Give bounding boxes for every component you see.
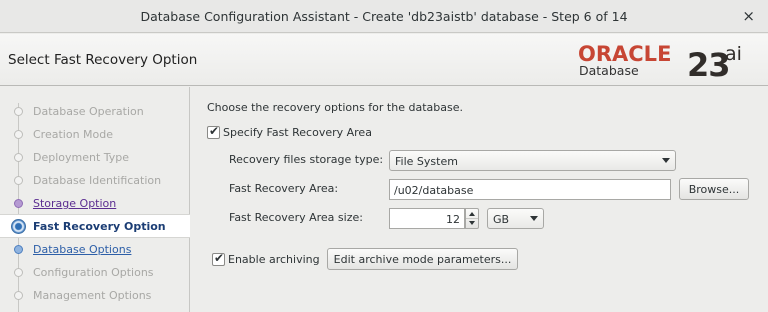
step-label: Fast Recovery Option [33, 220, 166, 233]
step-label: Database Identification [33, 174, 162, 187]
step-label: Management Options [33, 289, 152, 302]
storage-type-label: Recovery files storage type: [229, 153, 384, 166]
step-label[interactable]: Database Options [33, 243, 131, 256]
oracle-logo: ORACLE Database 23 ai [578, 42, 758, 84]
dropdown-arrow-icon [662, 158, 670, 163]
step-database-identification: Database Identification [0, 169, 190, 191]
edit-archive-params-button[interactable]: Edit archive mode parameters... [327, 248, 518, 270]
fra-size-label: Fast Recovery Area size: [229, 211, 363, 224]
fra-location-label: Fast Recovery Area: [229, 182, 339, 195]
fra-size-unit-select[interactable]: GB [487, 208, 544, 229]
logo-version: 23 [687, 46, 731, 84]
step-label: Database Operation [33, 105, 144, 118]
step-database-operation: Database Operation [0, 100, 190, 122]
main-content: Choose the recovery options for the data… [191, 87, 768, 312]
intro-text: Choose the recovery options for the data… [207, 101, 463, 114]
fra-location-input[interactable]: /u02/database [389, 179, 671, 200]
step-dot-icon [14, 291, 23, 300]
current-step-icon [11, 219, 26, 234]
page-title: Select Fast Recovery Option [8, 52, 198, 68]
enable-archiving-label[interactable]: Enable archiving [228, 253, 320, 266]
step-dot-icon [14, 107, 23, 116]
step-dot-icon [14, 268, 23, 277]
specify-fra-checkbox[interactable]: ✔ [207, 124, 220, 139]
specify-fra-label[interactable]: Specify Fast Recovery Area [223, 126, 372, 139]
window-titlebar: Database Configuration Assistant - Creat… [0, 0, 768, 33]
step-label: Configuration Options [33, 266, 154, 279]
fra-size-input[interactable]: 12 [389, 208, 465, 229]
spinner-divider [466, 218, 478, 219]
checkmark-icon: ✔ [214, 251, 225, 265]
step-label: Deployment Type [33, 151, 130, 164]
checkmark-icon: ✔ [209, 124, 220, 138]
close-icon[interactable]: × [742, 7, 755, 25]
fra-location-value: /u02/database [394, 184, 474, 197]
step-dot-icon [14, 130, 23, 139]
step-deployment-type: Deployment Type [0, 146, 190, 168]
step-database-options[interactable]: Database Options [0, 238, 190, 260]
fra-size-value: 12 [446, 213, 460, 226]
enable-archiving-checkbox[interactable]: ✔ [212, 251, 225, 266]
step-fast-recovery-option: Fast Recovery Option [0, 214, 190, 238]
step-dot-icon [14, 199, 23, 208]
step-dot-icon [14, 153, 23, 162]
spinner-up-icon[interactable] [469, 212, 475, 216]
steps-sidebar: Database Operation Creation Mode Deploym… [0, 87, 190, 312]
spinner-down-icon[interactable] [469, 221, 475, 225]
dropdown-arrow-icon [530, 216, 538, 221]
browse-button[interactable]: Browse... [679, 178, 749, 200]
step-label: Creation Mode [33, 128, 114, 141]
step-configuration-options: Configuration Options [0, 261, 190, 283]
fra-size-unit-value: GB [493, 213, 510, 226]
storage-type-value: File System [395, 155, 458, 168]
step-dot-icon [14, 176, 23, 185]
step-management-options: Management Options [0, 284, 190, 306]
page-header: Select Fast Recovery Option ORACLE Datab… [0, 34, 768, 86]
fra-size-spinner[interactable] [465, 208, 479, 229]
logo-version-suffix: ai [725, 43, 742, 65]
step-storage-option[interactable]: Storage Option [0, 192, 190, 214]
step-label[interactable]: Storage Option [33, 197, 116, 210]
storage-type-select[interactable]: File System [389, 150, 676, 171]
window-title: Database Configuration Assistant - Creat… [140, 9, 628, 24]
step-dot-icon [14, 245, 23, 254]
logo-database-text: Database [579, 63, 639, 78]
step-creation-mode: Creation Mode [0, 123, 190, 145]
